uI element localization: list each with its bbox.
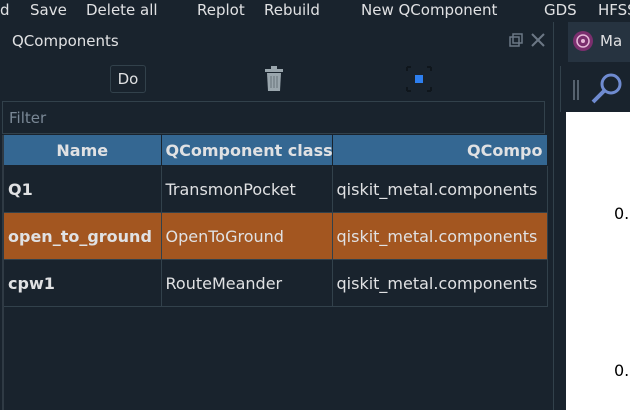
do-button-label: Do [117,70,139,88]
table-row[interactable]: cpw1 RouteMeander qiskit_metal.component… [4,259,548,307]
logo-icon [572,30,594,52]
select-target-icon[interactable] [406,66,432,92]
cell-class: RouteMeander [161,259,333,307]
table-row[interactable]: Q1 TransmonPocket qiskit_metal.component… [4,165,548,213]
right-toolbar [560,66,630,112]
axis-tick-label: 0. [614,361,630,380]
column-header-class[interactable]: QComponent class [161,135,333,166]
toolbar-item-partial[interactable]: d [0,1,10,19]
cell-name: open_to_ground [4,212,162,260]
save-button[interactable]: Save [30,1,67,19]
hfss-button[interactable]: HFSS [598,1,630,19]
main-toolbar: d Save Delete all Replot Rebuild New QCo… [0,0,630,22]
panel-splitter[interactable] [553,22,554,410]
filter-input[interactable] [2,101,545,134]
tab-main-view[interactable]: Ma [568,22,630,62]
column-header-module[interactable]: QCompo [332,135,548,166]
close-icon[interactable] [529,31,547,49]
float-icon[interactable] [507,31,525,49]
new-qcomponent-button[interactable]: New QComponent [361,1,497,19]
qcomponents-table: Name QComponent class QCompo Q1 Transmon… [2,135,551,410]
trash-icon[interactable] [263,66,285,92]
replot-button[interactable]: Replot [197,1,245,19]
plot-canvas[interactable]: 0. 0. [566,112,630,410]
table-header-row: Name QComponent class QCompo [4,135,548,166]
dock-title-label: QComponents [12,32,119,50]
delete-all-button[interactable]: Delete all [86,1,158,19]
gds-button[interactable]: GDS [544,1,577,19]
axis-tick-label: 0. [614,204,630,223]
do-button[interactable]: Do [110,65,146,93]
tab-label: Ma [600,32,623,50]
cell-name: cpw1 [4,259,162,307]
cell-module: qiskit_metal.components [332,165,548,213]
cell-class: TransmonPocket [161,165,333,213]
cell-module: qiskit_metal.components [332,259,548,307]
cell-class: OpenToGround [161,212,333,260]
qcomponents-actions: Do [0,60,553,98]
rebuild-button[interactable]: Rebuild [264,1,320,19]
cell-name: Q1 [4,165,162,213]
qcomponents-dock-title: QComponents [0,22,553,60]
search-icon[interactable] [589,72,623,106]
table-row-selected[interactable]: open_to_ground OpenToGround qiskit_metal… [4,212,548,260]
cell-module: qiskit_metal.components [332,212,548,260]
column-header-name[interactable]: Name [4,135,162,166]
toolbar-grip-icon [573,80,579,100]
right-tab-bar: Ma [554,22,630,62]
